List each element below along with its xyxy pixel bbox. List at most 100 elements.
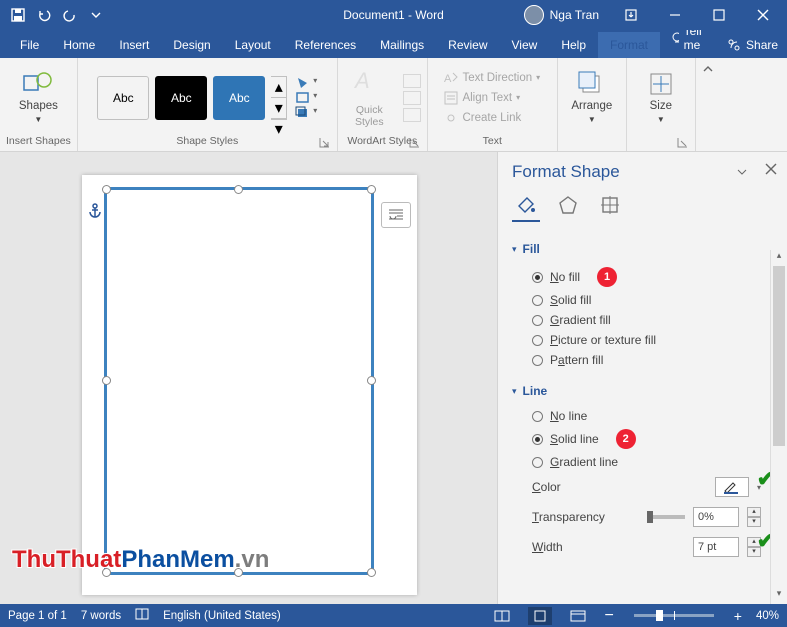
align-text-button[interactable]: Align Text▾ [444,90,520,106]
spin-up[interactable]: ▴ [747,507,761,517]
zoom-level[interactable]: 40% [756,610,779,622]
user-account[interactable]: Nga Tran [516,5,607,25]
book-icon [135,607,149,621]
text-outline-button[interactable] [403,91,421,105]
resize-handle[interactable] [367,185,376,194]
tab-layout[interactable]: Layout [223,32,283,58]
pane-scrollbar[interactable]: ▴ ▾ [770,250,787,604]
text-effects-button[interactable] [403,108,421,122]
view-print-layout[interactable] [528,607,552,625]
tab-references[interactable]: References [283,32,368,58]
status-language[interactable]: English (United States) [163,610,281,622]
status-proofing[interactable] [135,607,149,624]
fill-option-picture-texture[interactable]: Picture or texture fill [512,330,761,350]
fill-option-solid-fill[interactable]: Solid fill [512,290,761,310]
undo-button[interactable] [32,3,56,27]
pane-close-button[interactable] [765,162,777,180]
shape-style-3[interactable]: Abc [213,76,265,120]
line-color-picker[interactable] [715,477,749,497]
gallery-row-up[interactable]: ▴ [271,77,286,98]
resize-handle[interactable] [102,185,111,194]
status-page[interactable]: Page 1 of 1 [8,610,67,622]
tab-insert[interactable]: Insert [107,32,161,58]
width-input[interactable]: 7 pt [693,537,739,557]
gallery-row-down[interactable]: ▾ [271,98,286,119]
selected-shape-rectangle[interactable] [104,187,374,575]
tab-mailings[interactable]: Mailings [368,32,436,58]
line-option-solid-line[interactable]: Solid line2 [512,426,761,452]
annotation-badge-2: 2 [616,429,636,449]
arrange-button[interactable]: Arrange▼ [564,70,620,125]
shape-effects-button[interactable]: ▾ [295,106,317,119]
line-width-row: Width 7 pt ▴▾ ✔ [512,532,761,562]
tab-design[interactable]: Design [161,32,222,58]
close-button[interactable] [743,1,783,29]
document-area[interactable]: ThuThuatPhanMem.vn [0,152,497,604]
group-wordart-styles: A Quick Styles WordArt Styles [338,58,428,151]
shapes-icon [22,70,54,98]
tab-format[interactable]: Format [598,32,660,58]
zoom-slider[interactable] [634,614,714,617]
shape-style-1[interactable]: Abc [97,76,149,120]
create-link-button[interactable]: Create Link [444,110,521,126]
status-words[interactable]: 7 words [81,610,121,622]
scroll-down-button[interactable]: ▾ [771,588,787,604]
fill-option-no-fill[interactable]: No fill1 [512,264,761,290]
tab-fill-line[interactable] [512,194,540,222]
view-read-mode[interactable] [490,607,514,625]
tab-help[interactable]: Help [549,32,598,58]
collapse-ribbon-button[interactable] [696,58,720,151]
user-name: Nga Tran [550,8,599,22]
scroll-thumb[interactable] [773,266,785,446]
transparency-input[interactable]: 0% [693,507,739,527]
size-button[interactable]: Size▼ [633,70,689,125]
pane-options-button[interactable] [737,164,747,182]
layout-options-button[interactable] [381,202,411,228]
wordart-fill-outline-effects [403,74,421,122]
resize-handle[interactable] [102,376,111,385]
tab-view[interactable]: View [500,32,550,58]
tab-layout-properties[interactable] [596,194,624,222]
shape-style-2[interactable]: Abc [155,76,207,120]
shapes-button[interactable]: Shapes▼ [11,70,66,125]
arrange-icon [577,70,607,98]
tab-file[interactable]: File [8,32,51,58]
fill-section-header[interactable]: ▾Fill [512,242,761,256]
resize-handle[interactable] [367,376,376,385]
shape-fill-button[interactable]: ▾ [295,76,317,89]
spin-down[interactable]: ▾ [747,517,761,527]
resize-handle[interactable] [367,568,376,577]
group-label-shape-styles: Shape Styles [84,133,331,151]
fill-option-pattern-fill[interactable]: Pattern fill [512,350,761,370]
dialog-launcher-icon[interactable] [319,137,331,149]
fill-option-gradient-fill[interactable]: Gradient fill [512,310,761,330]
resize-handle[interactable] [234,185,243,194]
view-web-layout[interactable] [566,607,590,625]
text-fill-button[interactable] [403,74,421,88]
line-section-header[interactable]: ▾Line [512,384,761,398]
dialog-launcher-icon[interactable] [677,137,689,149]
line-option-gradient-line[interactable]: Gradient line [512,452,761,472]
maximize-button[interactable] [699,1,739,29]
shape-outline-button[interactable]: ▾ [295,91,317,104]
zoom-in-button[interactable]: + [734,608,742,624]
scroll-up-button[interactable]: ▴ [771,250,787,266]
dialog-launcher-icon[interactable] [409,137,421,149]
zoom-out-button[interactable]: − [604,607,613,625]
page[interactable] [82,175,417,595]
redo-button[interactable] [58,3,82,27]
text-direction-button[interactable]: AText Direction▾ [444,70,540,86]
minimize-button[interactable] [655,1,695,29]
size-label: Size [650,100,672,112]
tab-review[interactable]: Review [436,32,499,58]
qat-customize-button[interactable] [84,3,108,27]
ribbon: Shapes▼ Insert Shapes Abc Abc Abc ▴ ▾ ▾ … [0,58,787,152]
transparency-slider[interactable] [647,515,685,519]
save-button[interactable] [6,3,30,27]
tab-effects[interactable] [554,194,582,222]
line-option-no-line[interactable]: No line [512,406,761,426]
ribbon-display-options-button[interactable] [611,1,651,29]
quick-styles-button[interactable]: A Quick Styles [344,66,395,128]
share-button[interactable]: Share [717,32,787,58]
tab-home[interactable]: Home [51,32,107,58]
